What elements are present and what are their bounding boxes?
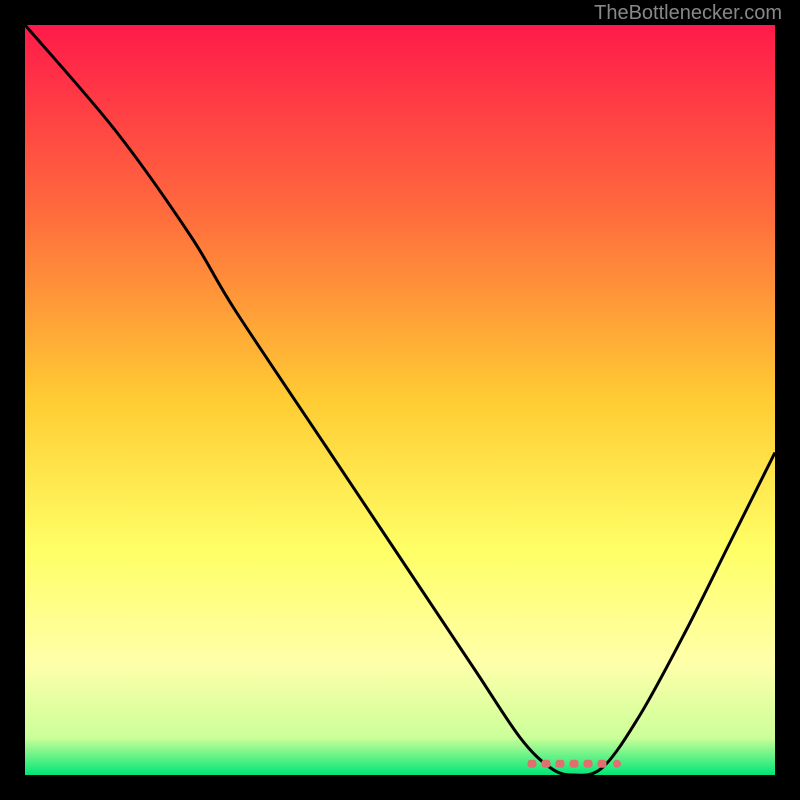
chart-container — [25, 25, 775, 775]
watermark-text: TheBottlenecker.com — [594, 2, 782, 25]
gradient-background — [25, 25, 775, 775]
chart-svg — [25, 25, 775, 775]
